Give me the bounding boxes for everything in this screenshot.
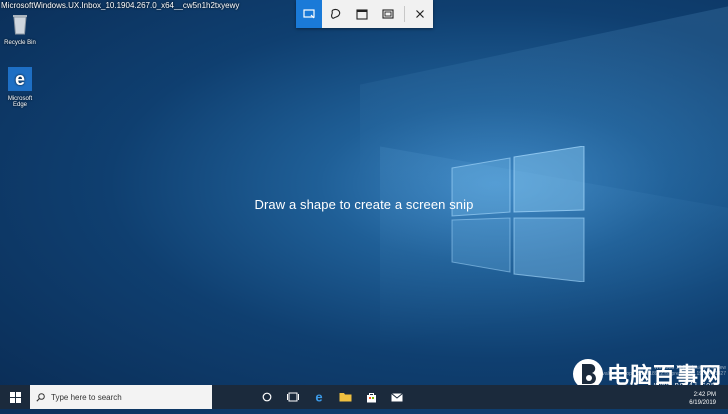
windows-start-icon: [9, 391, 21, 403]
edge-icon: e: [315, 391, 322, 403]
desktop-icon-label: Recycle Bin: [4, 40, 36, 46]
task-view-icon: [287, 392, 299, 402]
clock-time: 2:42 PM: [693, 392, 716, 398]
start-button[interactable]: [0, 385, 30, 409]
window-snip-icon: [356, 8, 368, 20]
search-icon: [36, 392, 45, 402]
fullscreen-snip-button[interactable]: [375, 0, 401, 28]
windows-logo-wallpaper: [451, 146, 585, 282]
freeform-snip-button[interactable]: [322, 0, 348, 28]
close-icon: [415, 10, 424, 18]
clock-date: 6/19/2019: [689, 400, 716, 406]
search-placeholder: Type here to search: [51, 392, 122, 402]
snip-toolbar: [296, 0, 433, 28]
window-snip-button[interactable]: [349, 0, 375, 28]
toolbar-divider: [403, 6, 405, 22]
snip-instruction: Draw a shape to create a screen snip: [254, 197, 474, 212]
store-bag-icon: [366, 392, 376, 402]
desktop-icon-edge[interactable]: e Microsoft Edge: [0, 66, 40, 108]
process-title: MicrosoftWindows.UX.Inbox_10.1904.267.0_…: [1, 1, 240, 10]
edge-icon: e: [8, 67, 32, 91]
desktop-icon-label: Microsoft Edge: [7, 96, 33, 108]
freeform-snip-icon: [330, 8, 340, 19]
taskbar: Type here to search e 2:42 PM 6/19/2019: [0, 385, 728, 409]
desktop-icon-recycle-bin[interactable]: Recycle Bin: [0, 10, 40, 46]
cortana-button[interactable]: [254, 385, 280, 409]
folder-icon: [339, 393, 351, 402]
taskbar-search-box[interactable]: Type here to search: [30, 385, 212, 409]
svg-text:e: e: [315, 391, 322, 403]
mail-icon: [391, 392, 403, 401]
file-explorer-button[interactable]: [332, 385, 358, 409]
svg-text:e: e: [15, 69, 25, 89]
mail-button[interactable]: [384, 385, 410, 409]
fullscreen-snip-icon: [382, 9, 394, 19]
cortana-icon: [262, 392, 272, 402]
close-snip-button[interactable]: [407, 0, 433, 28]
store-button[interactable]: [358, 385, 384, 409]
rectangular-snip-button[interactable]: [296, 0, 323, 28]
rectangle-snip-icon: [303, 9, 315, 19]
task-view-button[interactable]: [280, 385, 306, 409]
recycle-bin-icon: [13, 15, 27, 35]
taskbar-edge-button[interactable]: e: [306, 385, 332, 409]
system-clock[interactable]: 2:42 PM 6/19/2019: [689, 391, 716, 407]
